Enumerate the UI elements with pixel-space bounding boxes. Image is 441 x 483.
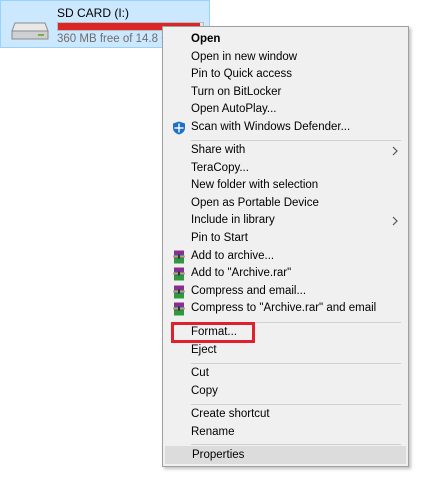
menu-item-label: Scan with Windows Defender... bbox=[191, 121, 351, 133]
menu-item-label: Cut bbox=[191, 367, 209, 379]
menu-separator bbox=[191, 140, 401, 141]
menu-separator bbox=[191, 322, 401, 323]
menu-item-teracopy[interactable]: TeraCopy... bbox=[165, 160, 406, 178]
menu-item-new-folder-with-selection[interactable]: New folder with selection bbox=[165, 177, 406, 195]
menu-item-label: Include in library bbox=[191, 214, 275, 226]
menu-item-label: Eject bbox=[191, 344, 217, 356]
menu-item-label: Format... bbox=[191, 326, 238, 338]
winrar-icon bbox=[173, 267, 185, 281]
drive-icon bbox=[11, 22, 49, 40]
menu-item-cut[interactable]: Cut bbox=[165, 365, 406, 383]
menu-item-label: Add to "Archive.rar" bbox=[191, 267, 292, 279]
drive-free-space: 360 MB free of 14.8 GB bbox=[57, 33, 178, 45]
windows-defender-icon bbox=[173, 121, 185, 135]
menu-item-scan-with-windows-defender[interactable]: Scan with Windows Defender... bbox=[165, 119, 406, 137]
menu-item-include-in-library[interactable]: Include in library bbox=[165, 212, 406, 230]
menu-item-label: New folder with selection bbox=[191, 179, 319, 191]
menu-item-pin-to-quick-access[interactable]: Pin to Quick access bbox=[165, 66, 406, 84]
menu-item-label: Open bbox=[191, 33, 221, 45]
menu-item-format[interactable]: Format... bbox=[165, 324, 406, 342]
menu-separator bbox=[191, 363, 401, 364]
menu-item-open-autoplay[interactable]: Open AutoPlay... bbox=[165, 101, 406, 119]
menu-item-label: Rename bbox=[191, 426, 235, 438]
menu-item-properties[interactable]: Properties bbox=[165, 446, 406, 464]
menu-item-create-shortcut[interactable]: Create shortcut bbox=[165, 406, 406, 424]
menu-item-label: Open AutoPlay... bbox=[191, 103, 277, 115]
chevron-right-icon bbox=[392, 216, 398, 226]
menu-separator bbox=[191, 444, 401, 445]
menu-item-label: Pin to Start bbox=[191, 232, 248, 244]
menu-item-eject[interactable]: Eject bbox=[165, 342, 406, 360]
menu-item-turn-on-bitlocker[interactable]: Turn on BitLocker bbox=[165, 84, 406, 102]
chevron-right-icon bbox=[392, 146, 398, 156]
menu-item-share-with[interactable]: Share with bbox=[165, 142, 406, 160]
menu-item-label: Pin to Quick access bbox=[191, 68, 292, 80]
winrar-icon bbox=[173, 250, 185, 264]
menu-item-label: Open as Portable Device bbox=[191, 197, 319, 209]
menu-item-rename[interactable]: Rename bbox=[165, 424, 406, 442]
menu-item-add-to-archive[interactable]: Add to archive... bbox=[165, 248, 406, 266]
menu-item-label: Share with bbox=[191, 144, 246, 156]
drive-name: SD CARD (I:) bbox=[57, 6, 129, 20]
menu-item-copy[interactable]: Copy bbox=[165, 383, 406, 401]
winrar-icon bbox=[173, 285, 185, 299]
context-menu: Open Open in new window Pin to Quick acc… bbox=[162, 26, 409, 467]
winrar-icon bbox=[173, 302, 185, 316]
menu-item-label: Copy bbox=[191, 385, 218, 397]
menu-item-label: Open in new window bbox=[191, 51, 298, 63]
menu-item-compress-to-archive-rar-and-email[interactable]: Compress to "Archive.rar" and email bbox=[165, 300, 406, 318]
menu-item-label: Add to archive... bbox=[191, 250, 275, 262]
menu-item-open-as-portable-device[interactable]: Open as Portable Device bbox=[165, 195, 406, 213]
menu-item-label: Compress and email... bbox=[191, 285, 307, 297]
menu-item-label: TeraCopy... bbox=[191, 162, 249, 174]
menu-item-compress-and-email[interactable]: Compress and email... bbox=[165, 283, 406, 301]
menu-item-label: Properties bbox=[192, 449, 245, 461]
menu-item-label: Turn on BitLocker bbox=[191, 86, 282, 98]
menu-separator bbox=[191, 404, 401, 405]
menu-item-add-to-archive-rar[interactable]: Add to "Archive.rar" bbox=[165, 265, 406, 283]
menu-item-open[interactable]: Open bbox=[165, 31, 406, 49]
menu-item-label: Create shortcut bbox=[191, 408, 270, 420]
menu-item-label: Compress to "Archive.rar" and email bbox=[191, 302, 377, 314]
menu-item-pin-to-start[interactable]: Pin to Start bbox=[165, 230, 406, 248]
menu-item-open-in-new-window[interactable]: Open in new window bbox=[165, 49, 406, 67]
